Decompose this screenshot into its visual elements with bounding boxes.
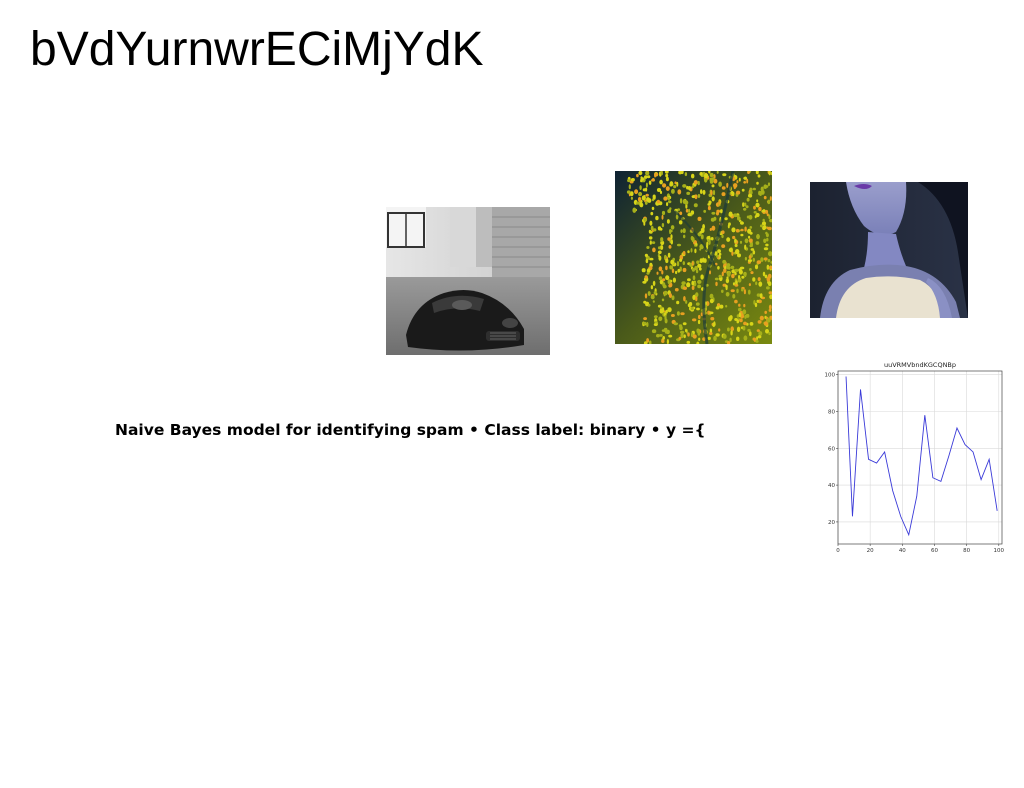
y-tick-label: 100	[825, 373, 836, 379]
plot-frame	[837, 370, 1003, 545]
y-tick-label: 20	[828, 520, 835, 526]
x-tick-label: 20	[867, 548, 874, 554]
portrait-photo	[810, 182, 968, 318]
chart-title: uuVRMVbndKGCQNBp	[884, 361, 956, 369]
x-tick-label: 60	[931, 548, 938, 554]
x-tick-label: 100	[994, 548, 1005, 554]
y-tick-label: 80	[828, 409, 835, 415]
y-tick-label: 40	[828, 483, 835, 489]
texture-photo	[615, 171, 772, 344]
series-line	[845, 376, 998, 537]
x-tick-label: 40	[899, 548, 906, 554]
car-photo	[386, 207, 550, 355]
page-title: bVdYurnwrECiMjYdK	[30, 23, 484, 76]
y-tick-label: 60	[828, 446, 835, 452]
x-tick-label: 80	[963, 548, 970, 554]
line-chart: 0 20 40 60 80 100 20 40 60 80 100 uuVRMVbndKGCQNBp	[820, 358, 1010, 558]
x-tick-label: 0	[836, 548, 840, 554]
bullet-text: Naive Bayes model for identifying spam •…	[115, 421, 706, 439]
